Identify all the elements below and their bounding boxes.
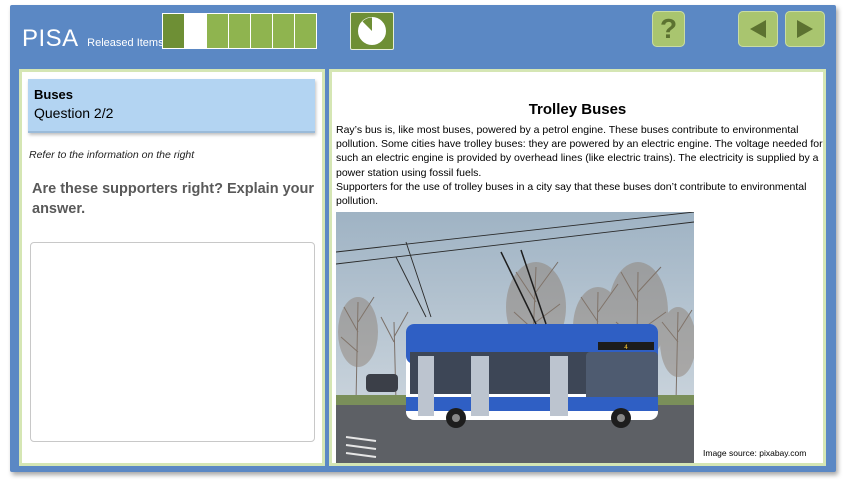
progress-segment	[229, 14, 251, 48]
help-button[interactable]: ?	[652, 11, 685, 47]
timer-icon	[350, 12, 394, 50]
top-bar: PISA Released Items ?	[10, 5, 836, 62]
progress-segment-current	[185, 14, 207, 48]
back-arrow-icon	[750, 20, 766, 38]
article-title: Trolley Buses	[528, 101, 627, 118]
progress-segment	[207, 14, 229, 48]
stimulus-panel: Trolley Buses Ray’s bus is, like most bu…	[329, 69, 826, 466]
forward-arrow-icon	[797, 20, 813, 38]
image-credit: Image source: pixabay.com	[703, 448, 807, 458]
brand-title: PISA	[22, 25, 79, 52]
progress-segment	[251, 14, 273, 48]
brand: PISA Released Items	[22, 25, 164, 53]
route-number: 4	[624, 344, 628, 351]
progress-segment	[163, 14, 185, 48]
unit-title: Buses	[34, 87, 74, 102]
progress-segment	[295, 14, 316, 48]
question-header: Buses Question 2/2	[28, 79, 315, 133]
question-panel: Buses Question 2/2 Refer to the informat…	[19, 69, 325, 466]
trolley-bus-photo: 4	[336, 212, 694, 463]
article-body: Ray’s bus is, like most buses, powered b…	[336, 123, 823, 208]
back-button[interactable]	[738, 11, 778, 47]
forward-button[interactable]	[785, 11, 825, 47]
brand-subtitle: Released Items	[87, 37, 164, 49]
app-window: PISA Released Items ? Buses Question 2/2…	[10, 5, 836, 472]
answer-textbox[interactable]	[30, 242, 315, 442]
question-number: Question 2/2	[34, 105, 114, 121]
article-paragraph: Ray’s bus is, like most buses, powered b…	[336, 124, 823, 179]
progress-bar	[162, 13, 317, 49]
question-prompt: Are these supporters right? Explain your…	[32, 181, 314, 217]
help-icon: ?	[659, 13, 678, 44]
article-paragraph: Supporters for the use of trolley buses …	[336, 180, 807, 208]
instruction-text: Refer to the information on the right	[29, 149, 195, 161]
progress-segment	[273, 14, 295, 48]
